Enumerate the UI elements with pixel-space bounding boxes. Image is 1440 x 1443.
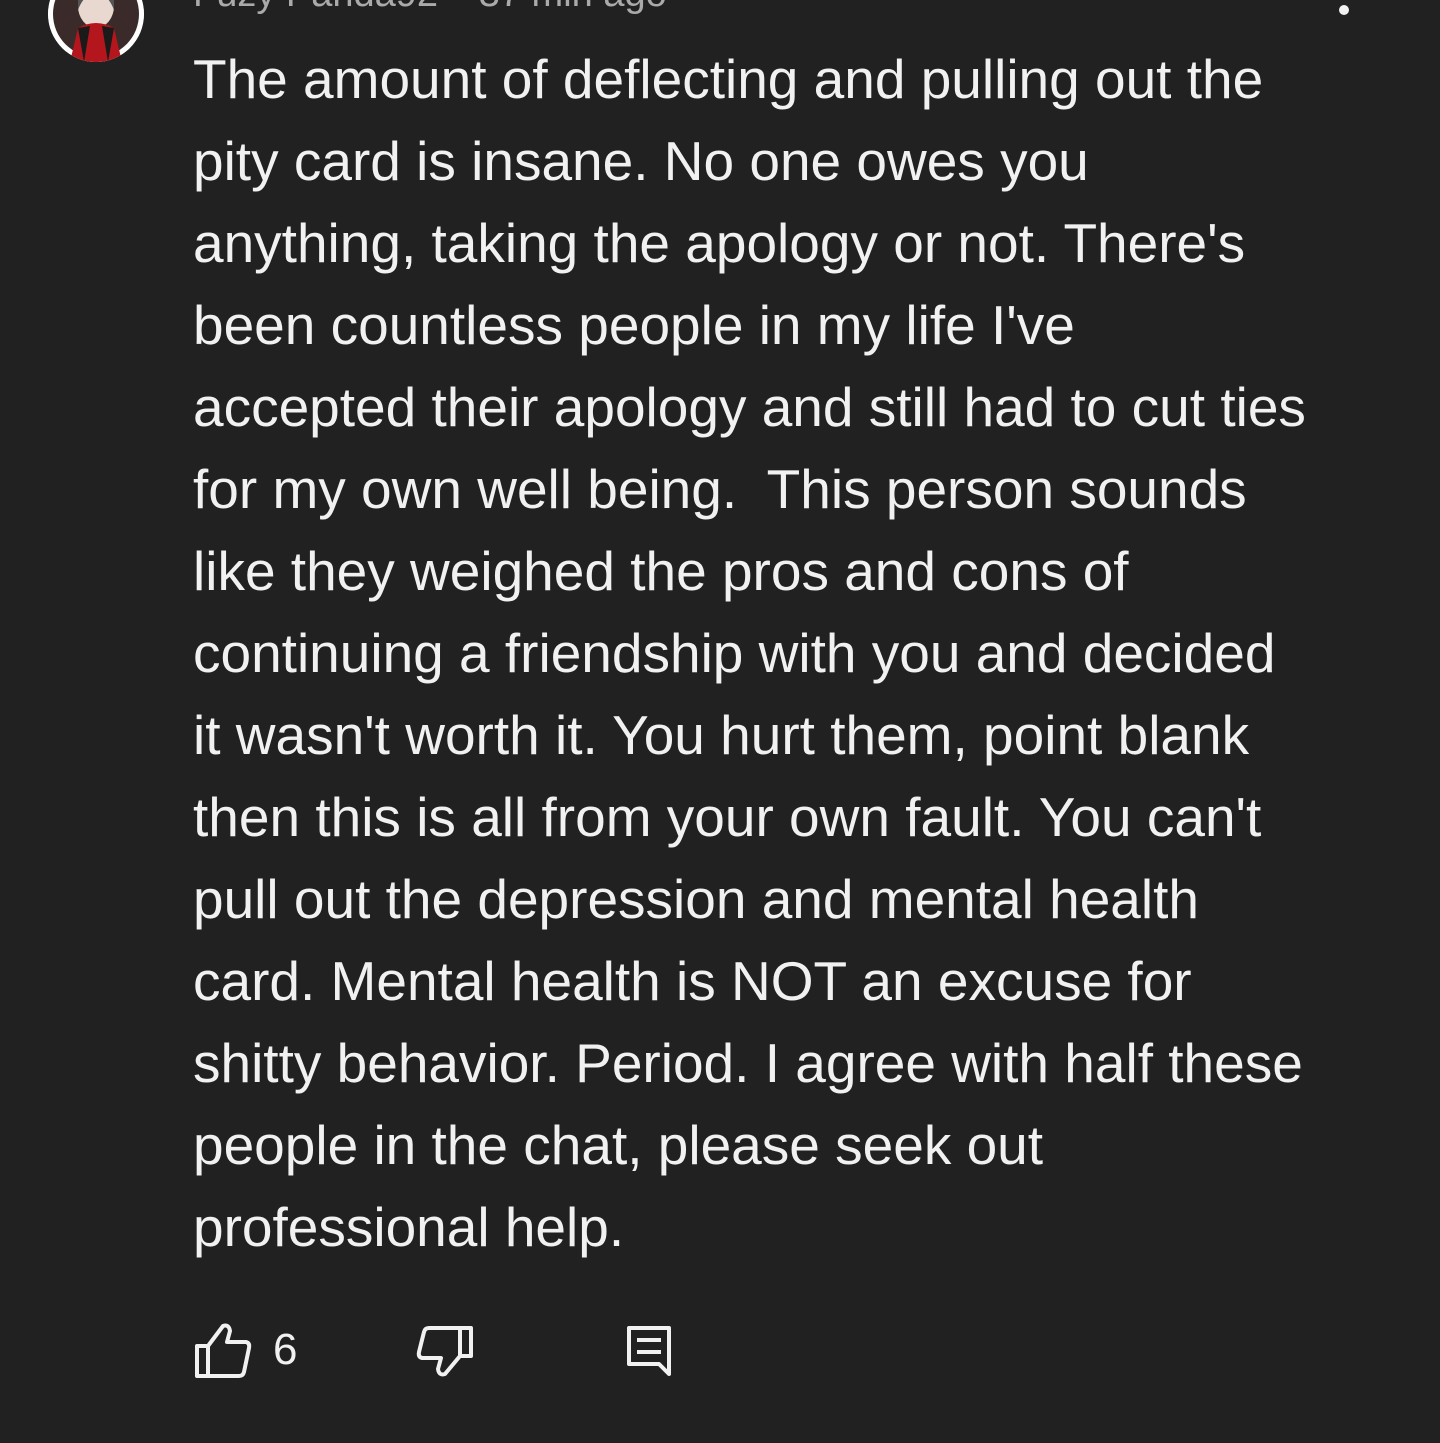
like-button[interactable]: 6 <box>193 1318 297 1382</box>
thumbs-down-icon <box>416 1326 473 1377</box>
reply-comment-icon <box>627 1326 671 1376</box>
reply-button[interactable] <box>621 1318 681 1382</box>
author-avatar[interactable] <box>48 0 144 62</box>
comment-text: The amount of deflecting and pulling out… <box>193 48 1322 1258</box>
dislike-button[interactable] <box>415 1318 475 1382</box>
author-name[interactable]: Fuzy Panda92 <box>193 0 438 15</box>
comment-thread: Fuzy Panda92 · 37 min ago The amount of de… <box>0 0 1440 1443</box>
more-options-button[interactable] <box>1320 0 1368 28</box>
like-count: 6 <box>273 1325 298 1374</box>
more-vert-icon <box>1339 5 1349 15</box>
comment-actions: 6 <box>193 1318 793 1382</box>
comment-timestamp: 37 min ago <box>479 0 667 15</box>
avatar-image <box>48 0 144 62</box>
thumbs-up-icon <box>195 1323 252 1378</box>
header-separator: · <box>452 0 465 15</box>
comment-header: Fuzy Panda92 · 37 min ago <box>193 0 667 16</box>
